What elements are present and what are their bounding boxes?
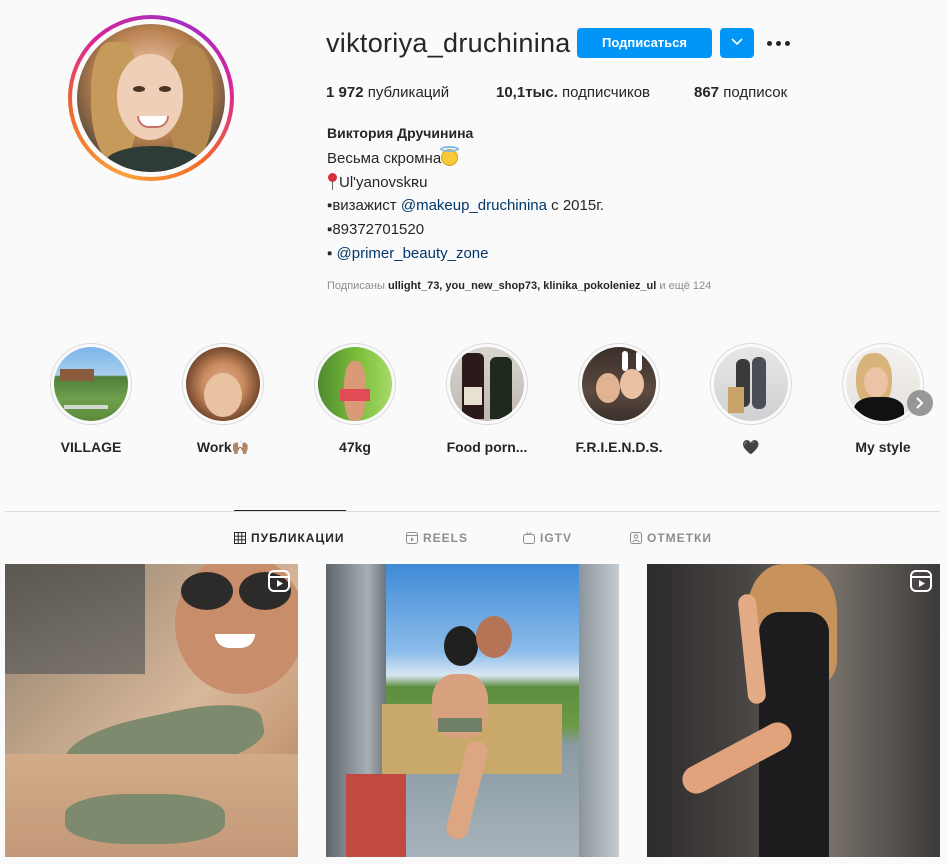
bio-phone: ▪89372701520: [327, 221, 425, 238]
bio-line: Ul'yanovskʀu: [327, 173, 428, 191]
bio-line: ▪ @primer_beauty_zone: [327, 245, 489, 262]
mention-link[interactable]: @makeup_druchinina: [401, 197, 547, 214]
highlight-cover: [714, 347, 788, 421]
highlight-label: F.R.I.E.N.D.S.: [575, 439, 663, 455]
reel-badge-icon: [268, 570, 290, 592]
following-count[interactable]: 867 подписок: [694, 84, 787, 101]
tab-igtv[interactable]: IGTV: [523, 531, 572, 545]
highlight-cover: [318, 347, 392, 421]
smiling-halo-emoji-icon: [440, 146, 460, 166]
more-dots-icon: [767, 41, 772, 46]
tab-tagged[interactable]: ОТМЕТКИ: [630, 531, 712, 545]
full-name: Виктория Дручинина: [327, 125, 474, 141]
follow-button[interactable]: Подписаться: [577, 28, 712, 58]
posts-count: 1 972 публикаций: [326, 84, 450, 101]
profile-avatar[interactable]: [68, 15, 234, 181]
highlight-friends[interactable]: F.R.I.E.N.D.S.: [574, 343, 664, 455]
post-thumbnail[interactable]: [5, 564, 298, 857]
tab-reels[interactable]: REELS: [406, 531, 468, 545]
igtv-icon: [523, 532, 535, 544]
highlight-label: My style: [855, 439, 911, 455]
highlight-heart[interactable]: 🖤: [706, 343, 796, 456]
grid-icon: [234, 532, 246, 544]
highlight-cover: [450, 347, 524, 421]
post-thumbnail[interactable]: [326, 564, 619, 857]
tagged-icon: [630, 532, 642, 544]
highlight-cover: [54, 347, 128, 421]
pin-icon: [327, 173, 338, 190]
highlight-label: 47kg: [339, 439, 371, 455]
tab-posts[interactable]: ПУБЛИКАЦИИ: [234, 531, 344, 545]
suggested-accounts-button[interactable]: [720, 28, 754, 58]
username: viktoriya_druchinina: [326, 28, 571, 58]
reels-icon: [406, 532, 418, 544]
reel-badge-icon: [910, 570, 932, 592]
highlight-cover: [186, 347, 260, 421]
highlight-work[interactable]: Work🙌🏽: [178, 343, 268, 456]
followers-count[interactable]: 10,1тыс. подписчиков: [496, 84, 650, 101]
highlight-label: Food porn...: [446, 439, 528, 455]
followed-by[interactable]: Подписаны ullight_73, you_new_shop73, kl…: [327, 280, 711, 292]
chevron-down-icon: [731, 38, 743, 46]
highlight-47kg[interactable]: 47kg: [310, 343, 400, 455]
post-thumbnail[interactable]: [647, 564, 940, 857]
highlight-label: VILLAGE: [60, 439, 122, 455]
bio-line: ▪визажист @makeup_druchinina с 2015г.: [327, 197, 605, 214]
avatar-photo: [77, 24, 225, 172]
mention-link[interactable]: @primer_beauty_zone: [337, 245, 489, 262]
highlight-label: Work🙌🏽: [196, 439, 250, 455]
active-tab-indicator: [234, 510, 346, 511]
highlight-village[interactable]: VILLAGE: [46, 343, 136, 455]
highlight-cover: [582, 347, 656, 421]
highlights-next-button[interactable]: [907, 390, 933, 416]
chevron-right-icon: [916, 397, 924, 409]
more-options-button[interactable]: [765, 33, 793, 53]
highlight-label: 🖤: [742, 439, 760, 455]
tabs-divider: [5, 511, 940, 512]
bio-line: Весьма скромна: [327, 146, 460, 167]
highlight-food[interactable]: Food porn...: [442, 343, 532, 455]
